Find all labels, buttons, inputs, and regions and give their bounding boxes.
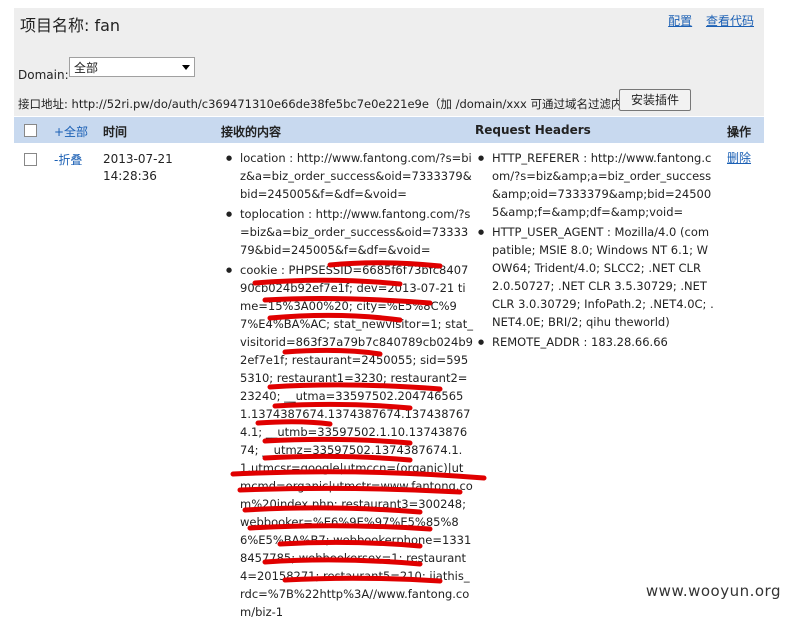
redaction-stroke bbox=[282, 575, 443, 584]
redaction-marks bbox=[230, 260, 487, 584]
redaction-stroke bbox=[262, 557, 423, 567]
redaction-stroke bbox=[267, 382, 443, 392]
watermark: www.wooyun.org bbox=[645, 582, 781, 600]
redaction-stroke bbox=[272, 401, 413, 411]
redaction-stroke bbox=[267, 312, 403, 323]
redaction-stroke bbox=[327, 260, 443, 269]
redaction-stroke bbox=[230, 469, 487, 481]
redaction-stroke bbox=[247, 523, 433, 532]
redaction-stroke bbox=[237, 485, 463, 495]
redaction-stroke bbox=[277, 539, 423, 549]
redaction-stroke bbox=[262, 296, 433, 306]
redaction-stroke bbox=[282, 347, 383, 357]
redaction-stroke bbox=[242, 505, 423, 515]
redaction-stroke bbox=[262, 453, 413, 463]
redaction-stroke bbox=[255, 419, 333, 427]
redaction-stroke bbox=[262, 436, 413, 446]
redaction-stroke bbox=[252, 277, 403, 287]
